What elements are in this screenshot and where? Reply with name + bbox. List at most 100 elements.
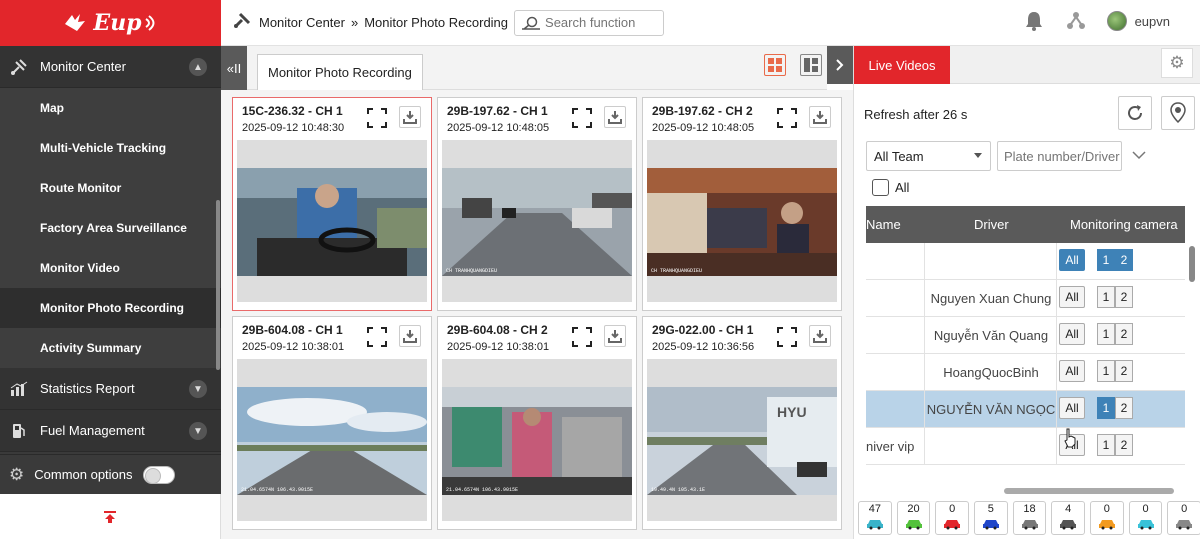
common-options-toggle[interactable] xyxy=(142,465,175,484)
tab-live-videos[interactable]: Live Videos xyxy=(854,46,950,84)
tab-monitor-photo-recording[interactable]: Monitor Photo Recording xyxy=(257,54,423,90)
vehicle-status-count[interactable]: 0 xyxy=(935,501,970,535)
camera-ch1-button[interactable]: 1 xyxy=(1097,323,1115,345)
checkbox[interactable] xyxy=(872,179,889,196)
vehicle-status-count[interactable]: 20 xyxy=(896,501,931,535)
table-row[interactable]: Nguyen Xuan Chung All 1 2 xyxy=(866,280,1185,317)
share-icon[interactable] xyxy=(1066,11,1085,32)
camera-all-button[interactable]: All xyxy=(1059,323,1085,345)
horizontal-scrollbar[interactable] xyxy=(866,486,1185,496)
photo-card[interactable]: 29G-022.00 - CH 1 2025-09-12 10:36:56 HYU 1… xyxy=(642,316,842,530)
download-button[interactable] xyxy=(809,106,831,128)
user-menu[interactable]: eupvn xyxy=(1106,11,1170,31)
scrollbar-thumb[interactable] xyxy=(1189,246,1195,282)
table-row[interactable]: Nguyễn Văn Quang All 1 2 xyxy=(866,317,1185,354)
menu-group-fuel-management[interactable]: Fuel Management ▼ xyxy=(0,410,221,452)
camera-photo[interactable]: 21.04.6574N 106.43.9015E xyxy=(442,387,632,495)
vehicle-status-count[interactable]: 0 xyxy=(1128,501,1163,535)
chevron-up-icon[interactable]: ▲ xyxy=(189,58,207,76)
car-icon xyxy=(1176,520,1193,530)
photo-card[interactable]: 29B-197.62 - CH 2 2025-09-12 10:48:05 CH T… xyxy=(642,97,842,311)
camera-photo[interactable]: HYU 19.49.4N 105.43.1E xyxy=(647,387,837,495)
photo-card[interactable]: 29B-197.62 - CH 1 2025-09-12 10:48:05 CH T… xyxy=(437,97,637,311)
camera-photo[interactable]: CH TRANHQUANGDIEU xyxy=(442,168,632,276)
sidebar-item-factory-area-surveillance[interactable]: Factory Area Surveillance xyxy=(0,208,221,248)
gear-icon: ⚙ xyxy=(9,464,25,484)
camera-ch2-button[interactable]: 2 xyxy=(1115,434,1133,456)
camera-ch2-button[interactable]: 2 xyxy=(1115,323,1133,345)
camera-photo[interactable] xyxy=(237,168,427,276)
team-select[interactable]: All Team xyxy=(866,141,991,171)
vehicle-status-count[interactable]: 4 xyxy=(1051,501,1086,535)
photo-card[interactable]: 29B-604.08 - CH 1 2025-09-12 10:38:01 21.0… xyxy=(232,316,432,530)
chevron-down-icon[interactable]: ▼ xyxy=(189,422,207,440)
camera-ch1-button[interactable]: 1 xyxy=(1097,249,1115,271)
download-button[interactable] xyxy=(604,325,626,347)
download-button[interactable] xyxy=(809,325,831,347)
settings-button[interactable]: ⚙ xyxy=(1161,48,1193,78)
fullscreen-icon[interactable] xyxy=(777,327,797,347)
search-box[interactable] xyxy=(514,9,665,36)
camera-ch1-button[interactable]: 1 xyxy=(1097,286,1115,308)
sidebar-item-monitor-photo-recording[interactable]: Monitor Photo Recording xyxy=(0,288,221,328)
scroll-to-top-button[interactable] xyxy=(0,494,221,539)
camera-photo[interactable]: 21.04.6574N 106.43.9015E xyxy=(237,387,427,495)
vehicle-status-count[interactable]: 5 xyxy=(974,501,1008,535)
camera-all-button[interactable]: All xyxy=(1059,249,1085,271)
photo-card[interactable]: 29B-604.08 - CH 2 2025-09-12 10:38:01 21.0… xyxy=(437,316,637,530)
scrollbar-thumb[interactable] xyxy=(1004,488,1174,494)
fullscreen-icon[interactable] xyxy=(572,108,592,128)
sidebar-item-activity-summary[interactable]: Activity Summary xyxy=(0,328,221,368)
vehicle-status-count[interactable]: 47 xyxy=(858,501,892,535)
select-all-checkbox[interactable]: All xyxy=(872,179,909,196)
grid-4-view-button[interactable] xyxy=(764,54,786,76)
sidebar-item-map[interactable]: Map xyxy=(0,88,221,128)
camera-all-button[interactable]: All xyxy=(1059,397,1085,419)
refresh-button[interactable] xyxy=(1118,96,1152,130)
table-row[interactable]: niver vipAll12 xyxy=(866,428,1185,465)
sidebar-scrollbar[interactable] xyxy=(216,200,220,370)
collapse-sidebar-button[interactable]: «II xyxy=(221,46,247,90)
download-button[interactable] xyxy=(399,325,421,347)
fullscreen-icon[interactable] xyxy=(572,327,592,347)
search-input[interactable] xyxy=(545,15,664,30)
table-row[interactable]: All 1 2 xyxy=(866,243,1185,280)
table-row[interactable]: HoangQuocBinh All 1 2 xyxy=(866,354,1185,391)
chevron-down-icon[interactable]: ▼ xyxy=(189,380,207,398)
expand-panel-button[interactable] xyxy=(827,46,853,84)
camera-ch2-button[interactable]: 2 xyxy=(1115,360,1133,382)
camera-ch2-button[interactable]: 2 xyxy=(1115,249,1133,271)
camera-ch1-button[interactable]: 1 xyxy=(1097,360,1115,382)
fullscreen-icon[interactable] xyxy=(367,108,387,128)
sidebar-item-route-monitor[interactable]: Route Monitor xyxy=(0,168,221,208)
chevron-down-icon[interactable] xyxy=(1132,147,1146,163)
camera-ch2-button[interactable]: 2 xyxy=(1115,397,1133,419)
download-button[interactable] xyxy=(604,106,626,128)
sidebar-item-monitor-video[interactable]: Monitor Video xyxy=(0,248,221,288)
split-view-button[interactable] xyxy=(800,54,822,76)
camera-ch1-button[interactable]: 1 xyxy=(1097,434,1115,456)
menu-group-statistics-report[interactable]: Statistics Report ▼ xyxy=(0,368,221,410)
vehicle-status-count[interactable]: 0 xyxy=(1167,501,1200,535)
download-button[interactable] xyxy=(399,106,421,128)
photo-card[interactable]: 15C-236.32 - CH 1 2025-09-12 10:48:30 xyxy=(232,97,432,311)
sidebar-item-multi-vehicle-tracking[interactable]: Multi-Vehicle Tracking xyxy=(0,128,221,168)
vehicle-status-count[interactable]: 18 xyxy=(1012,501,1047,535)
plate-driver-input[interactable] xyxy=(997,141,1122,171)
camera-all-button[interactable]: All xyxy=(1059,286,1085,308)
fullscreen-icon[interactable] xyxy=(367,327,387,347)
camera-all-button[interactable]: All xyxy=(1059,360,1085,382)
camera-ch1-button[interactable]: 1 xyxy=(1097,397,1115,419)
breadcrumb-section[interactable]: Monitor Center xyxy=(259,15,345,30)
bell-icon[interactable] xyxy=(1023,10,1045,32)
menu-group-monitor-center[interactable]: Monitor Center ▲ xyxy=(0,46,221,88)
fullscreen-icon[interactable] xyxy=(777,108,797,128)
vehicle-status-count[interactable]: 0 xyxy=(1090,501,1124,535)
table-row[interactable]: NGUYỄN VĂN NGỌC All 1 2 xyxy=(866,391,1185,428)
locate-button[interactable] xyxy=(1161,96,1195,130)
camera-photo[interactable]: CH TRANHQUANGDIEU xyxy=(647,168,837,276)
camera-ch2-button[interactable]: 2 xyxy=(1115,286,1133,308)
header: Monitor Center » Monitor Photo Recording… xyxy=(221,0,1200,46)
logo[interactable]: Eup xyxy=(63,10,157,36)
vertical-scrollbar[interactable] xyxy=(1187,206,1197,486)
